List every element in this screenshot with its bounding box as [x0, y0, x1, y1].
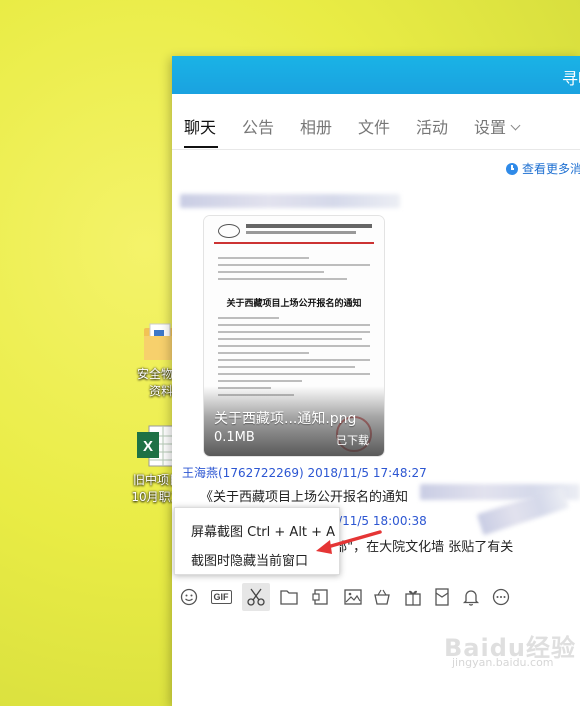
tab-activity[interactable]: 活动 — [416, 114, 448, 138]
menu-item-hide-window-on-capture[interactable]: 截图时隐藏当前窗口 — [191, 550, 308, 569]
message-sender[interactable]: 王海燕(1762722269) 2018/11/5 17:48:27 — [182, 464, 427, 481]
tab-settings-label: 设置 — [474, 118, 507, 137]
blurred-sender — [180, 194, 400, 208]
gift-icon[interactable] — [402, 586, 424, 608]
chevron-down-icon — [510, 120, 521, 131]
input-toolbar: GIF — [172, 582, 580, 614]
group-chat-window: 寻味 聊天 公告 相册 文件 活动 设置 查看更多消 关于西 — [172, 56, 580, 706]
window-title: 寻味 — [561, 69, 580, 88]
title-bar[interactable]: 寻味 — [172, 56, 580, 94]
download-status: 已下载 — [336, 434, 369, 447]
bell-icon[interactable] — [460, 586, 482, 608]
clock-icon — [506, 162, 518, 175]
gif-label: GIF — [210, 590, 232, 604]
document-title: 关于西藏项目上场公开报名的通知 — [226, 299, 362, 309]
view-more-messages-link[interactable]: 查看更多消 — [506, 160, 580, 177]
red-packet-icon[interactable] — [431, 586, 453, 608]
image-icon[interactable] — [342, 586, 364, 608]
emoji-icon[interactable] — [178, 586, 200, 608]
scissors-screenshot-icon[interactable] — [242, 583, 270, 611]
red-arrow-annotation — [316, 530, 382, 554]
svg-text:X: X — [143, 438, 153, 455]
tab-chat[interactable]: 聊天 — [184, 114, 216, 138]
gif-icon[interactable]: GIF — [208, 586, 234, 608]
tab-album[interactable]: 相册 — [300, 114, 332, 138]
message-text: 《关于西藏项目上场公开报名的通知 — [200, 490, 409, 505]
image-file-size: 0.1MB — [214, 430, 255, 445]
tab-bar: 聊天 公告 相册 文件 活动 设置 — [172, 94, 580, 150]
baidu-watermark-url: jingyan.baidu.com — [452, 656, 554, 669]
shopping-basket-icon[interactable] — [371, 586, 393, 608]
view-more-label: 查看更多消 — [522, 162, 580, 176]
tab-announcement[interactable]: 公告 — [242, 114, 274, 138]
tab-files[interactable]: 文件 — [358, 114, 390, 138]
folder-icon[interactable] — [278, 586, 300, 608]
tab-settings[interactable]: 设置 — [474, 114, 521, 138]
more-options-icon[interactable] — [490, 586, 512, 608]
company-logo-icon — [218, 224, 240, 238]
image-file-name: 关于西藏项...通知.png — [214, 411, 357, 427]
active-tab-indicator — [184, 146, 218, 148]
screen-capture-icon[interactable] — [310, 586, 332, 608]
